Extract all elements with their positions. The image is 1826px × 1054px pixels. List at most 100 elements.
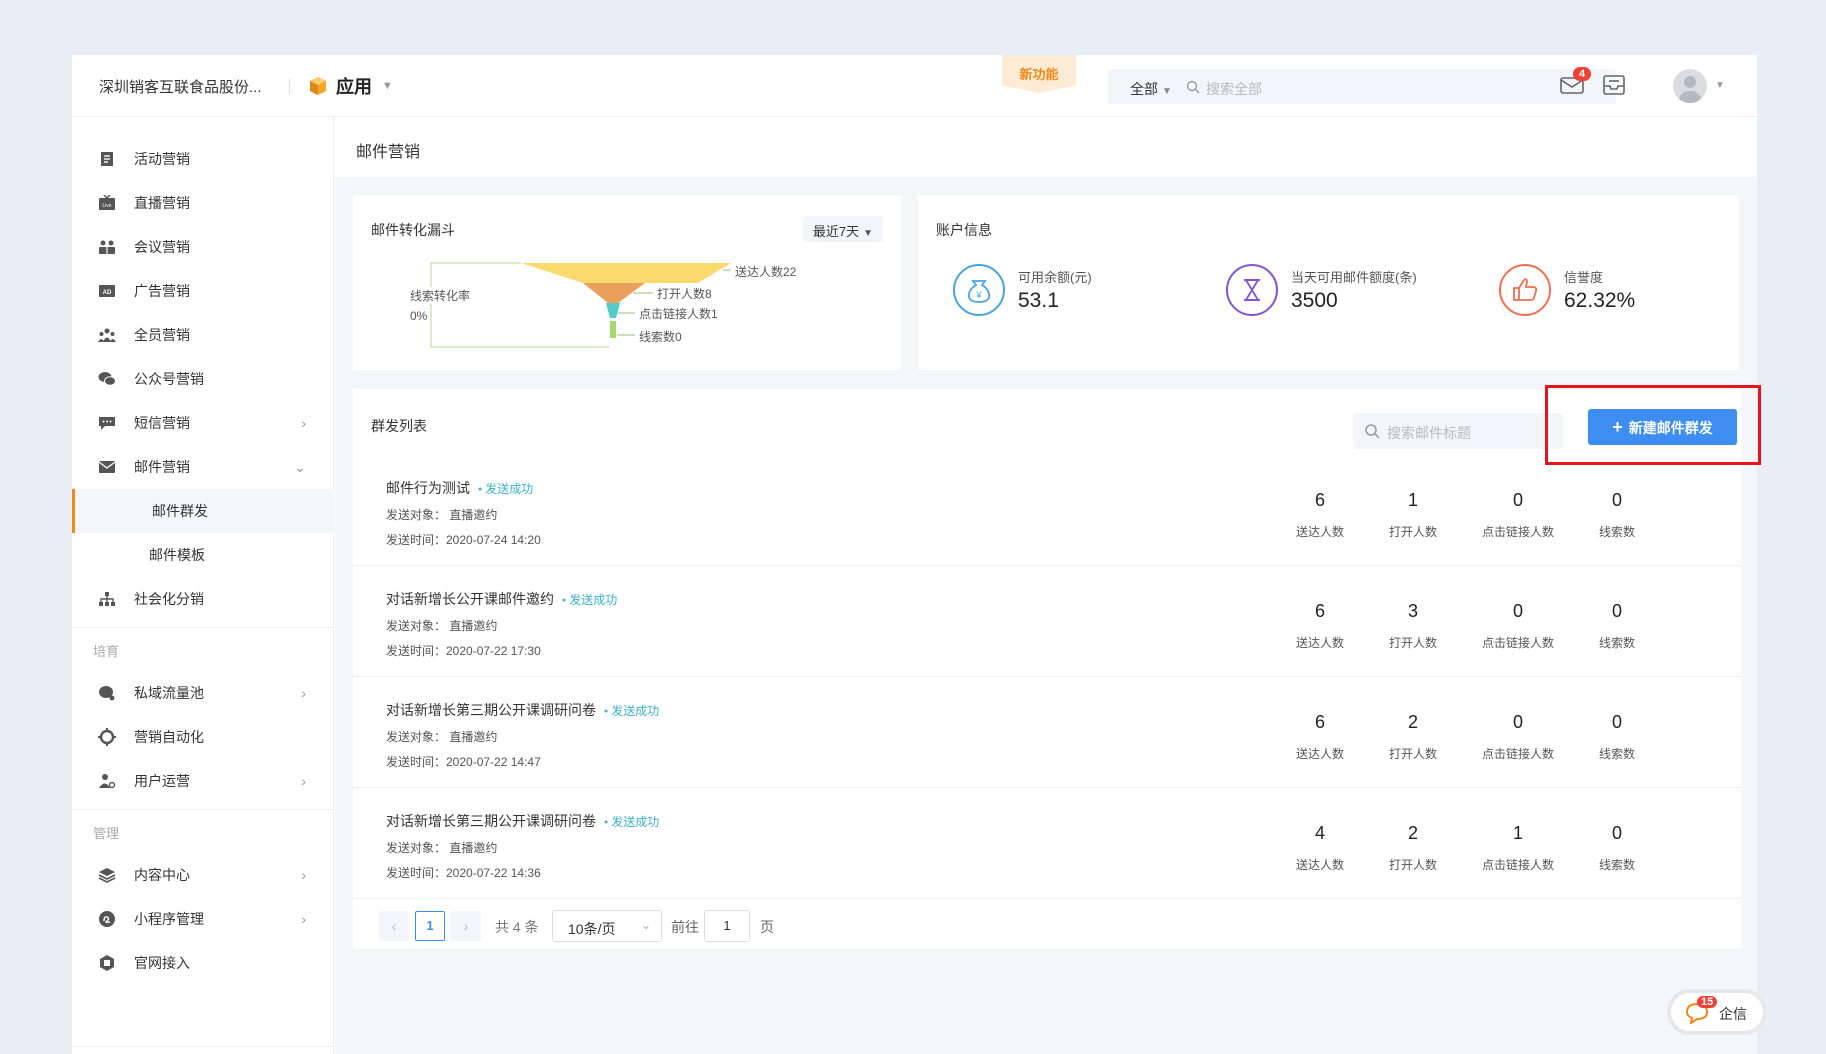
mail-target: 发送对象： 直播邀约	[386, 508, 498, 522]
live-icon: Live	[98, 194, 116, 212]
stat-clicked: 1	[1512, 823, 1523, 843]
mail-title[interactable]: 邮件行为测试	[386, 480, 470, 496]
sidebar-item-automation[interactable]: 营销自动化	[72, 715, 334, 759]
mail-count-badge: 4	[1573, 67, 1592, 81]
sidebar-item-mini-program[interactable]: 小程序管理 ›	[72, 897, 334, 941]
chevron-down-icon: ⌄	[640, 918, 651, 932]
sidebar-group-nurture: 培育	[93, 644, 120, 659]
sidebar-item-website[interactable]: 官网接入	[72, 941, 334, 985]
org-tree-icon	[98, 590, 116, 608]
search-icon	[1365, 424, 1380, 439]
search-scope-select[interactable]: 全部 ▼	[1108, 69, 1180, 104]
page-unit-label: 页	[760, 919, 774, 935]
stat-leads: 0	[1611, 601, 1622, 621]
chevron-right-icon: ›	[301, 415, 306, 431]
thumbs-up-icon	[1499, 264, 1551, 316]
table-row[interactable]: 邮件行为测试发送成功 发送对象： 直播邀约 发送时间：2020-07-24 14…	[353, 456, 1741, 566]
sidebar-item-all-staff[interactable]: 全员营销	[72, 313, 334, 357]
sidebar-item-label: 活动营销	[134, 151, 190, 167]
mail-target: 发送对象： 直播邀约	[386, 841, 498, 855]
table-row[interactable]: 对话新增长第三期公开课调研问卷发送成功 发送对象： 直播邀约 发送时间：2020…	[353, 789, 1741, 899]
apps-menu[interactable]: 应用 ▼	[308, 73, 393, 99]
page-number-current[interactable]: 1	[415, 911, 445, 941]
page-size-select[interactable]: 10条/页 ⌄	[552, 910, 662, 942]
status-badge: 发送成功	[562, 593, 617, 607]
stat-opened: 2	[1407, 823, 1418, 843]
sidebar-item-live[interactable]: Live 直播营销	[72, 181, 334, 225]
mail-title[interactable]: 对话新增长第三期公开课调研问卷	[386, 702, 596, 718]
status-badge: 发送成功	[478, 482, 533, 496]
mail-title[interactable]: 对话新增长第三期公开课调研问卷	[386, 813, 596, 829]
sidebar-item-label: 私域流量池	[134, 685, 204, 701]
prev-page-button[interactable]: ‹	[379, 911, 409, 941]
sidebar-item-meeting[interactable]: 会议营销	[72, 225, 334, 269]
sidebar-item-sms[interactable]: 短信营销 ›	[72, 401, 334, 445]
stat-opened: 2	[1407, 712, 1418, 732]
apps-cube-icon	[310, 77, 326, 95]
search-scope-label: 全部	[1130, 81, 1158, 97]
chevron-right-icon: ›	[301, 773, 306, 789]
sidebar-item-activity[interactable]: 活动营销	[72, 137, 334, 181]
balance-stat: ¥ 可用余额(元) 53.1	[952, 263, 1212, 323]
header-divider	[289, 78, 290, 94]
broadcast-list-card: 群发列表 搜索邮件标题 +新建邮件群发 邮件行为测试发送成功 发送对象： 直播邀…	[353, 389, 1741, 949]
layers-icon	[98, 866, 116, 884]
company-name[interactable]: 深圳销客互联食品股份...	[99, 76, 262, 97]
stat-label: 打开人数	[1388, 747, 1437, 761]
sidebar-item-label: 短信营销	[134, 415, 190, 431]
svg-text:Live: Live	[102, 203, 111, 209]
mail-send-time: 发送时间：2020-07-22 14:36	[386, 866, 541, 880]
sidebar-item-label: 会议营销	[134, 239, 190, 255]
top-header: 深圳销客互联食品股份... 应用 ▼ 新功能 全部 ▼ 搜索全部 4 ▼	[72, 55, 1757, 117]
credit-label: 信誉度	[1564, 270, 1604, 285]
mail-target: 发送对象： 直播邀约	[386, 730, 498, 744]
sidebar-item-email[interactable]: 邮件营销 ⌄	[72, 445, 334, 489]
funnel-rate-label: 线索转化率	[408, 287, 473, 304]
sidebar-item-label: 邮件营销	[134, 459, 190, 475]
sidebar-footer: ?	[72, 1046, 334, 1054]
mail-title[interactable]: 对话新增长公开课邮件邀约	[386, 591, 554, 607]
global-search-input[interactable]: 搜索全部	[1180, 69, 1616, 104]
chevron-down-icon: ⌄	[294, 458, 306, 475]
next-page-button[interactable]: ›	[451, 911, 481, 941]
goto-page-input[interactable]: 1	[704, 910, 750, 942]
user-avatar[interactable]	[1673, 69, 1707, 103]
money-bag-icon: ¥	[953, 264, 1005, 316]
table-row[interactable]: 对话新增长公开课邮件邀约发送成功 发送对象： 直播邀约 发送时间：2020-07…	[353, 567, 1741, 677]
chevron-down-icon[interactable]: ▼	[1715, 80, 1725, 91]
highlight-box	[1545, 385, 1761, 465]
svg-text:AD: AD	[103, 290, 112, 296]
page-size-label: 10条/页	[568, 921, 616, 937]
stat-clicked: 0	[1512, 601, 1523, 621]
stat-label: 打开人数	[1388, 636, 1437, 650]
ad-icon: AD	[98, 282, 116, 300]
stat-label: 线索数	[1598, 747, 1635, 761]
apps-label: 应用	[336, 77, 372, 97]
sidebar-item-email-broadcast[interactable]: 邮件群发	[72, 489, 334, 533]
mail-icon	[98, 458, 116, 476]
inbox-icon[interactable]	[1601, 73, 1627, 97]
funnel-label-leads: 线索数0	[639, 330, 682, 344]
sidebar-item-content-center[interactable]: 内容中心 ›	[72, 853, 334, 897]
stat-label: 打开人数	[1388, 525, 1437, 539]
new-feature-badge[interactable]: 新功能	[1002, 55, 1076, 93]
sidebar-item-user-ops[interactable]: 用户运营 ›	[72, 759, 334, 803]
credit-stat: 信誉度 62.32%	[1498, 263, 1757, 323]
sidebar-item-private-traffic[interactable]: 私域流量池 ›	[72, 671, 334, 715]
chevron-right-icon: ›	[301, 685, 306, 701]
document-icon	[98, 150, 116, 168]
qixin-chat-button[interactable]: 15 企信	[1667, 989, 1767, 1035]
sidebar-item-ads[interactable]: AD 广告营销	[72, 269, 334, 313]
sidebar-item-official-account[interactable]: 公众号营销	[72, 357, 334, 401]
stat-label: 点击链接人数	[1481, 525, 1554, 539]
table-row[interactable]: 对话新增长第三期公开课调研问卷发送成功 发送对象： 直播邀约 发送时间：2020…	[353, 678, 1741, 788]
funnel-stage-delivered	[521, 263, 731, 283]
automation-icon	[98, 728, 116, 746]
sidebar-item-email-template[interactable]: 邮件模板	[72, 533, 334, 577]
mail-title-search-input[interactable]: 搜索邮件标题	[1353, 413, 1563, 449]
sidebar-item-social-distribution[interactable]: 社会化分销	[72, 577, 334, 621]
funnel-stage-leads	[610, 321, 616, 338]
status-badge: 发送成功	[604, 815, 659, 829]
page-title: 邮件营销	[335, 117, 1757, 177]
sidebar-item-label: 官网接入	[134, 955, 190, 971]
